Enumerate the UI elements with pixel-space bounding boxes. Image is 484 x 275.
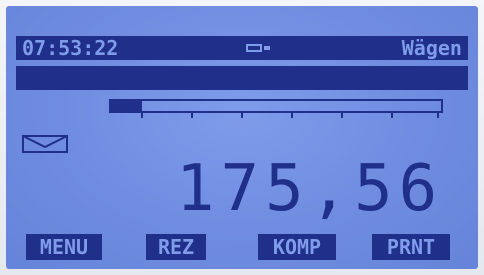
bargraph-tick <box>241 113 243 118</box>
rez-softkey[interactable]: REZ <box>146 234 206 260</box>
envelope-icon <box>22 135 68 153</box>
prnt-softkey[interactable]: PRNT <box>372 234 450 260</box>
komp-softkey[interactable]: KOMP <box>258 234 336 260</box>
weight-readout: 175,56 g <box>176 154 468 224</box>
bargraph-tick <box>141 113 143 118</box>
bargraph-tick <box>391 113 393 118</box>
info-bar <box>16 66 468 90</box>
bargraph-tick <box>437 113 439 118</box>
bargraph <box>109 99 443 113</box>
status-bar: 07:53:22 Wägen <box>16 36 468 60</box>
battery-icon <box>246 44 274 52</box>
bargraph-tick <box>291 113 293 118</box>
device-frame: 07:53:22 Wägen 175,56 g MENU REZ <box>0 0 484 275</box>
mode-label: Wägen <box>401 36 462 60</box>
bargraph-tick <box>191 113 193 118</box>
time-readout: 07:53:22 <box>22 36 119 60</box>
softkey-row: MENU REZ KOMP PRNT <box>20 234 468 264</box>
weight-value: 175,56 <box>176 152 444 226</box>
bargraph-tick <box>341 113 343 118</box>
menu-softkey[interactable]: MENU <box>26 234 102 260</box>
lcd-screen: 07:53:22 Wägen 175,56 g MENU REZ <box>6 6 478 269</box>
